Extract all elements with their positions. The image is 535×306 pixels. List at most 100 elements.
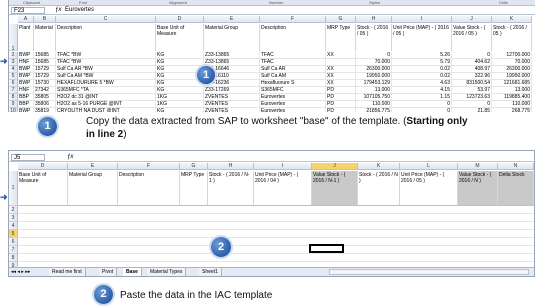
- column-header-d[interactable]: D: [156, 16, 204, 23]
- table-cell[interactable]: TFAC: [260, 59, 326, 66]
- table-cell[interactable]: H2O2 dc 31 @INT: [56, 94, 156, 101]
- ribbon-group-alignment[interactable]: Alignment: [169, 0, 187, 5]
- row-header[interactable]: 7: [9, 87, 18, 94]
- table-cell[interactable]: BBP: [18, 101, 34, 108]
- table-cell[interactable]: BWP: [18, 73, 34, 80]
- field-header-cell[interactable]: Stock - ( 2016 / 05 ): [356, 24, 392, 51]
- table-cell[interactable]: Z33-13865: [204, 59, 260, 66]
- sheet-tab-sheet1[interactable]: Sheet1: [199, 268, 222, 276]
- table-cell[interactable]: 0: [356, 52, 392, 59]
- table-cell[interactable]: Z33-13865: [204, 52, 260, 59]
- table-cell[interactable]: Z33-17269: [204, 87, 260, 94]
- table-cell[interactable]: 119885.400: [492, 94, 532, 101]
- column-header-c[interactable]: C: [56, 16, 156, 23]
- template-field-header[interactable]: Value Stock - ( 2016 / N-1 ): [312, 171, 358, 206]
- table-cell[interactable]: ZVENTES: [204, 101, 260, 108]
- ribbon-group-clipboard[interactable]: Clipboard: [23, 0, 40, 5]
- column-header-e[interactable]: E: [68, 163, 118, 170]
- table-cell[interactable]: BWP: [18, 108, 34, 112]
- row-header[interactable]: 1: [9, 171, 18, 206]
- table-cell[interactable]: BBP: [18, 94, 34, 101]
- column-header-g[interactable]: G: [180, 163, 208, 170]
- table-cell[interactable]: BWP: [18, 80, 34, 87]
- template-field-header[interactable]: Material Group: [68, 171, 118, 206]
- table-cell[interactable]: 4.15: [392, 87, 452, 94]
- table-cell[interactable]: S365MFC: [260, 87, 326, 94]
- table-cell[interactable]: 121681.685: [492, 80, 532, 87]
- table-cell[interactable]: 19950.000: [356, 73, 392, 80]
- field-header-cell[interactable]: Description: [56, 24, 156, 51]
- table-cell[interactable]: TFAC *BW: [56, 52, 156, 59]
- empty-row[interactable]: [18, 246, 534, 254]
- table-cell[interactable]: S365MFC *TA: [56, 87, 156, 94]
- table-cell[interactable]: H2O2 as 5-16 PURGE @INT: [56, 101, 156, 108]
- table-cell[interactable]: 15685: [34, 52, 56, 59]
- table-cell[interactable]: 268.775: [492, 108, 532, 112]
- table-cell[interactable]: 0: [392, 101, 452, 108]
- field-header-cell[interactable]: Material: [34, 24, 56, 51]
- table-cell[interactable]: HNF: [18, 59, 34, 66]
- column-header-k[interactable]: K: [492, 16, 532, 23]
- table-cell[interactable]: CRYOLITH NA DUST @INT: [56, 108, 156, 112]
- sheet-tab-read-me-first[interactable]: Read me first: [49, 268, 86, 276]
- table-cell[interactable]: 13.000: [492, 87, 532, 94]
- table-cell[interactable]: KG: [156, 87, 204, 94]
- table-cell[interactable]: Sulf Ca AR *BW: [56, 66, 156, 73]
- row-header[interactable]: 4: [9, 222, 18, 230]
- table-cell[interactable]: BWP: [18, 52, 34, 59]
- column-header-l[interactable]: L: [400, 163, 458, 170]
- column-header-d[interactable]: D: [18, 163, 68, 170]
- table-cell[interactable]: 123723.63: [452, 94, 492, 101]
- table-cell[interactable]: PD: [326, 87, 356, 94]
- table-cell[interactable]: KG: [156, 52, 204, 59]
- table-cell[interactable]: Eurovertes: [260, 94, 326, 101]
- template-field-header[interactable]: Description: [118, 171, 180, 206]
- table-cell[interactable]: XX: [326, 66, 356, 73]
- table-cell[interactable]: 0: [452, 52, 492, 59]
- template-field-header[interactable]: MRP Type: [180, 171, 208, 206]
- table-cell[interactable]: XX: [326, 52, 356, 59]
- table-cell[interactable]: 404.62: [452, 59, 492, 66]
- row-header[interactable]: 6: [9, 238, 18, 246]
- empty-row[interactable]: [18, 222, 534, 230]
- table-cell[interactable]: ZVENTES: [204, 108, 260, 112]
- table-cell[interactable]: 15685: [34, 59, 56, 66]
- table-cell[interactable]: 408.97: [452, 66, 492, 73]
- table-cell[interactable]: 27342: [34, 87, 56, 94]
- row-header[interactable]: 3: [9, 59, 18, 66]
- table-cell[interactable]: 831500.54: [452, 80, 492, 87]
- table-cell[interactable]: 70.000: [356, 59, 392, 66]
- template-field-header[interactable]: Unit Price (MAP) - ( 2016 / 05 ): [400, 171, 458, 206]
- column-header-h[interactable]: H: [208, 163, 254, 170]
- row-header[interactable]: 8: [9, 94, 18, 101]
- column-header-f[interactable]: F: [118, 163, 180, 170]
- table-cell[interactable]: 26300.000: [492, 66, 532, 73]
- table-cell[interactable]: HEXAFLOURURE 5 *BW: [56, 80, 156, 87]
- row-header[interactable]: 7: [9, 246, 18, 254]
- sheet-tab-material-types[interactable]: Material Types: [147, 268, 187, 276]
- field-header-cell[interactable]: Unit Price (MAP) - ( 2016 / 05 ): [392, 24, 452, 51]
- row-header[interactable]: 5: [9, 230, 18, 238]
- column-header-n[interactable]: N: [498, 163, 534, 170]
- field-header-cell[interactable]: MRP Type: [326, 24, 356, 51]
- sheet-tab-base[interactable]: Base: [123, 268, 142, 276]
- row-header[interactable]: 3: [9, 214, 18, 222]
- template-field-header[interactable]: Delta Stock: [498, 171, 534, 206]
- table-cell[interactable]: 26300.000: [356, 66, 392, 73]
- table-cell[interactable]: 107105.750: [356, 94, 392, 101]
- template-field-header[interactable]: Unit Price (MAP) - ( 2016 / 04 ): [254, 171, 312, 206]
- table-cell[interactable]: Eurovertes: [260, 108, 326, 112]
- row-header[interactable]: 5: [9, 73, 18, 80]
- empty-row[interactable]: [18, 214, 534, 222]
- column-header-g[interactable]: G: [326, 16, 356, 23]
- empty-row[interactable]: [18, 230, 534, 238]
- table-cell[interactable]: 322.96: [452, 73, 492, 80]
- column-header-j[interactable]: J: [452, 16, 492, 23]
- field-header-cell[interactable]: Value Stock - ( 2016 / 05 ): [452, 24, 492, 51]
- table-cell[interactable]: KG: [156, 108, 204, 112]
- function-icon[interactable]: ƒx: [55, 7, 61, 13]
- column-header-i[interactable]: I: [392, 16, 452, 23]
- template-field-header[interactable]: Stock - ( 2016 / N ): [358, 171, 400, 206]
- formula-input[interactable]: Eurovertes: [65, 7, 94, 14]
- row-header[interactable]: 1: [9, 24, 18, 52]
